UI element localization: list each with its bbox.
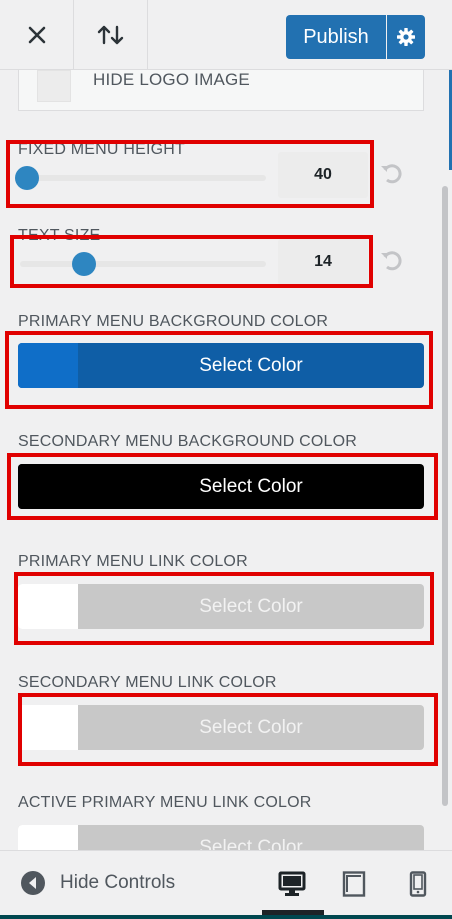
select-color-label: Select Color	[199, 595, 303, 617]
select-color-label: Select Color	[199, 716, 303, 738]
panel-scrollbar[interactable]	[442, 186, 448, 806]
fixed-menu-height-slider[interactable]	[15, 166, 266, 190]
gear-icon	[397, 28, 415, 46]
primary-menu-bg-color-button[interactable]: Select Color	[18, 343, 424, 388]
preview-desktop-button[interactable]	[264, 851, 320, 917]
primary-menu-bg-label: PRIMARY MENU BACKGROUND COLOR	[18, 313, 329, 330]
tablet-icon	[342, 871, 366, 897]
text-size-slider[interactable]	[20, 252, 266, 276]
secondary-menu-bg-color-button[interactable]: Select Color	[18, 464, 424, 509]
select-color-label: Select Color	[199, 475, 303, 497]
color-swatch	[18, 584, 78, 629]
select-color-label: Select Color	[199, 836, 303, 851]
preview-tablet-button[interactable]	[326, 851, 382, 917]
color-swatch	[18, 464, 78, 509]
text-size-reset[interactable]	[378, 247, 404, 273]
sort-arrows-icon	[97, 25, 123, 45]
clipped-row: Select Color	[0, 820, 452, 850]
collapse-arrow-icon	[21, 871, 45, 895]
close-button[interactable]	[0, 0, 74, 70]
mobile-icon	[409, 871, 427, 897]
reset-icon	[381, 164, 402, 184]
fixed-menu-height-label: FIXED MENU HEIGHT	[18, 141, 185, 158]
text-size-thumb[interactable]	[71, 252, 96, 276]
text-size-label: TEXT SIZE	[18, 227, 101, 244]
primary-menu-link-label: PRIMARY MENU LINK COLOR	[18, 553, 248, 570]
color-swatch	[18, 825, 78, 850]
hide-logo-checkbox[interactable]	[37, 70, 71, 102]
close-icon	[28, 26, 45, 44]
hide-controls-label: Hide Controls	[60, 872, 176, 893]
text-size-input[interactable]: 14	[278, 239, 368, 285]
secondary-menu-link-label: SECONDARY MENU LINK COLOR	[18, 674, 277, 691]
active-primary-menu-link-label: ACTIVE PRIMARY MENU LINK COLOR	[18, 794, 312, 811]
hide-logo-control: HIDE LOGO IMAGE	[18, 70, 424, 111]
hide-controls-button[interactable]: Hide Controls	[20, 869, 175, 897]
fixed-menu-height-input[interactable]: 40	[278, 152, 368, 198]
active-primary-menu-link-color-button[interactable]: Select Color	[18, 825, 424, 850]
desktop-icon	[278, 871, 306, 896]
reorder-button[interactable]	[74, 0, 148, 70]
secondary-menu-link-color-button[interactable]: Select Color	[18, 705, 424, 750]
customizer-footer: Hide Controls	[0, 850, 452, 919]
select-color-label: Select Color	[199, 354, 303, 376]
preview-mobile-button[interactable]	[390, 851, 446, 917]
color-swatch	[18, 705, 78, 750]
publish-settings-button[interactable]	[387, 15, 425, 59]
bottom-strip	[0, 915, 452, 919]
fixed-menu-height-reset[interactable]	[378, 160, 404, 186]
customizer-header: Publish	[0, 0, 452, 70]
reset-icon	[381, 251, 402, 271]
publish-button[interactable]: Publish	[286, 15, 386, 59]
primary-menu-link-color-button[interactable]: Select Color	[18, 584, 424, 629]
secondary-menu-bg-label: SECONDARY MENU BACKGROUND COLOR	[18, 433, 357, 450]
hide-logo-label: HIDE LOGO IMAGE	[93, 70, 250, 89]
color-swatch	[18, 343, 78, 388]
